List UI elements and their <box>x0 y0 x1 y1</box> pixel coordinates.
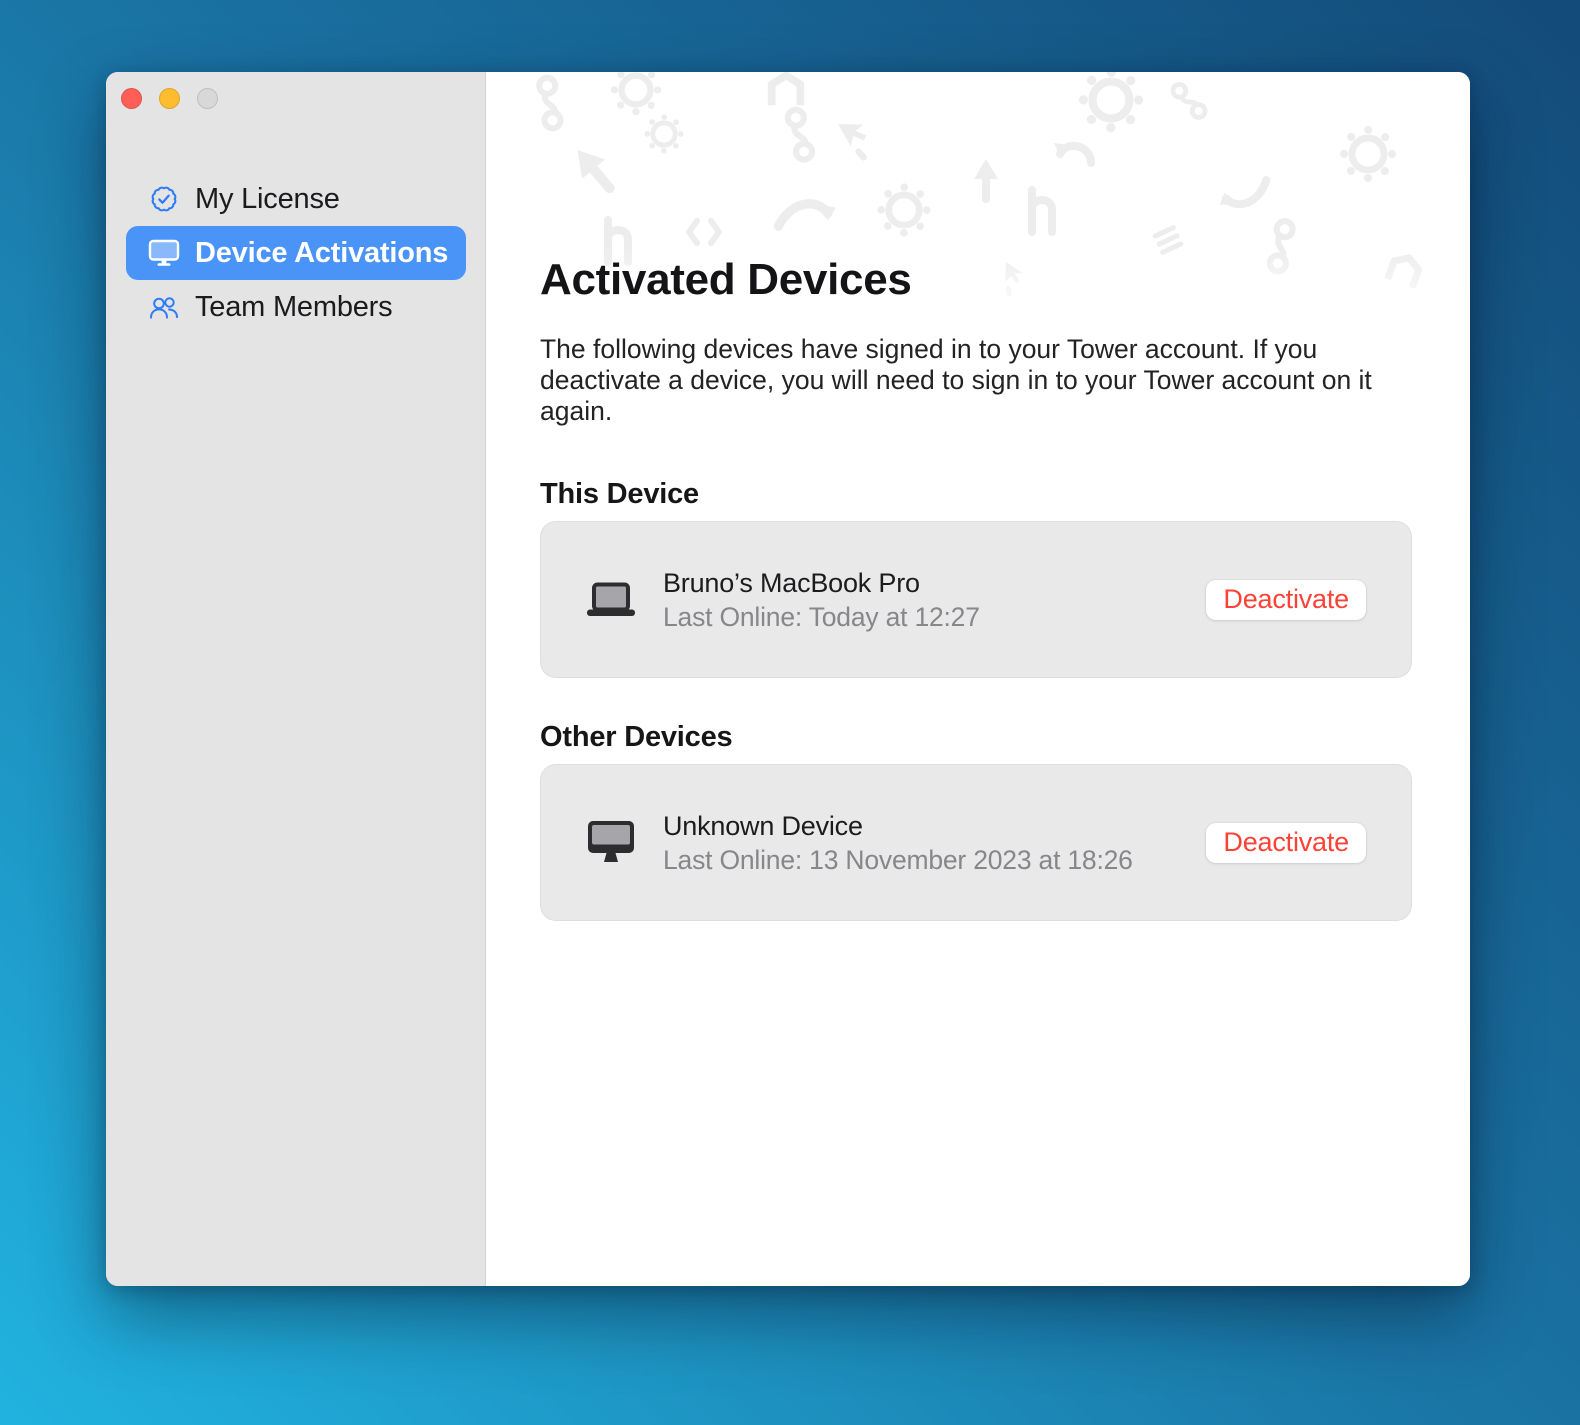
section-heading-other-devices: Other Devices <box>540 721 733 753</box>
people-icon <box>148 291 180 323</box>
device-info: Unknown Device Last Online: 13 November … <box>663 809 1133 877</box>
section-heading-this-device: This Device <box>540 478 699 510</box>
sidebar-nav: My License Device Activations Team Membe… <box>126 172 466 334</box>
page-description: The following devices have signed in to … <box>540 334 1412 427</box>
display-icon <box>148 237 180 269</box>
device-name: Unknown Device <box>663 810 863 841</box>
device-last-online: Last Online: 13 November 2023 at 18:26 <box>663 844 1133 875</box>
device-last-online: Last Online: Today at 12:27 <box>663 601 980 632</box>
device-card: Unknown Device Last Online: 13 November … <box>540 764 1412 921</box>
description-line: deactivate a device, you will need to si… <box>540 365 1372 395</box>
sidebar-item-team-members[interactable]: Team Members <box>126 280 466 334</box>
page-title: Activated Devices <box>540 255 912 304</box>
laptop-icon <box>585 581 637 619</box>
minimize-button[interactable] <box>159 88 180 109</box>
sidebar-item-label: Device Activations <box>195 236 449 269</box>
license-seal-check-icon <box>148 183 180 215</box>
window-controls <box>106 72 485 109</box>
deactivate-button[interactable]: Deactivate <box>1206 822 1366 863</box>
desktop-display-icon <box>585 820 637 865</box>
sidebar: My License Device Activations Team Membe… <box>106 72 486 1286</box>
deactivate-button[interactable]: Deactivate <box>1206 579 1366 620</box>
description-line: again. <box>540 396 613 426</box>
main-panel: Activated Devices The following devices … <box>486 72 1470 1286</box>
device-card: Bruno’s MacBook Pro Last Online: Today a… <box>540 521 1412 678</box>
sidebar-item-label: My License <box>195 182 340 215</box>
close-button[interactable] <box>121 88 142 109</box>
sidebar-item-device-activations[interactable]: Device Activations <box>126 226 466 280</box>
zoom-button[interactable] <box>197 88 218 109</box>
sidebar-item-label: Team Members <box>195 290 393 323</box>
device-info: Bruno’s MacBook Pro Last Online: Today a… <box>663 566 980 634</box>
main-content: Activated Devices The following devices … <box>486 72 1470 921</box>
description-line: The following devices have signed in to … <box>540 334 1318 364</box>
device-name: Bruno’s MacBook Pro <box>663 567 920 598</box>
app-window: My License Device Activations Team Membe… <box>106 72 1470 1286</box>
sidebar-item-my-license[interactable]: My License <box>126 172 466 226</box>
